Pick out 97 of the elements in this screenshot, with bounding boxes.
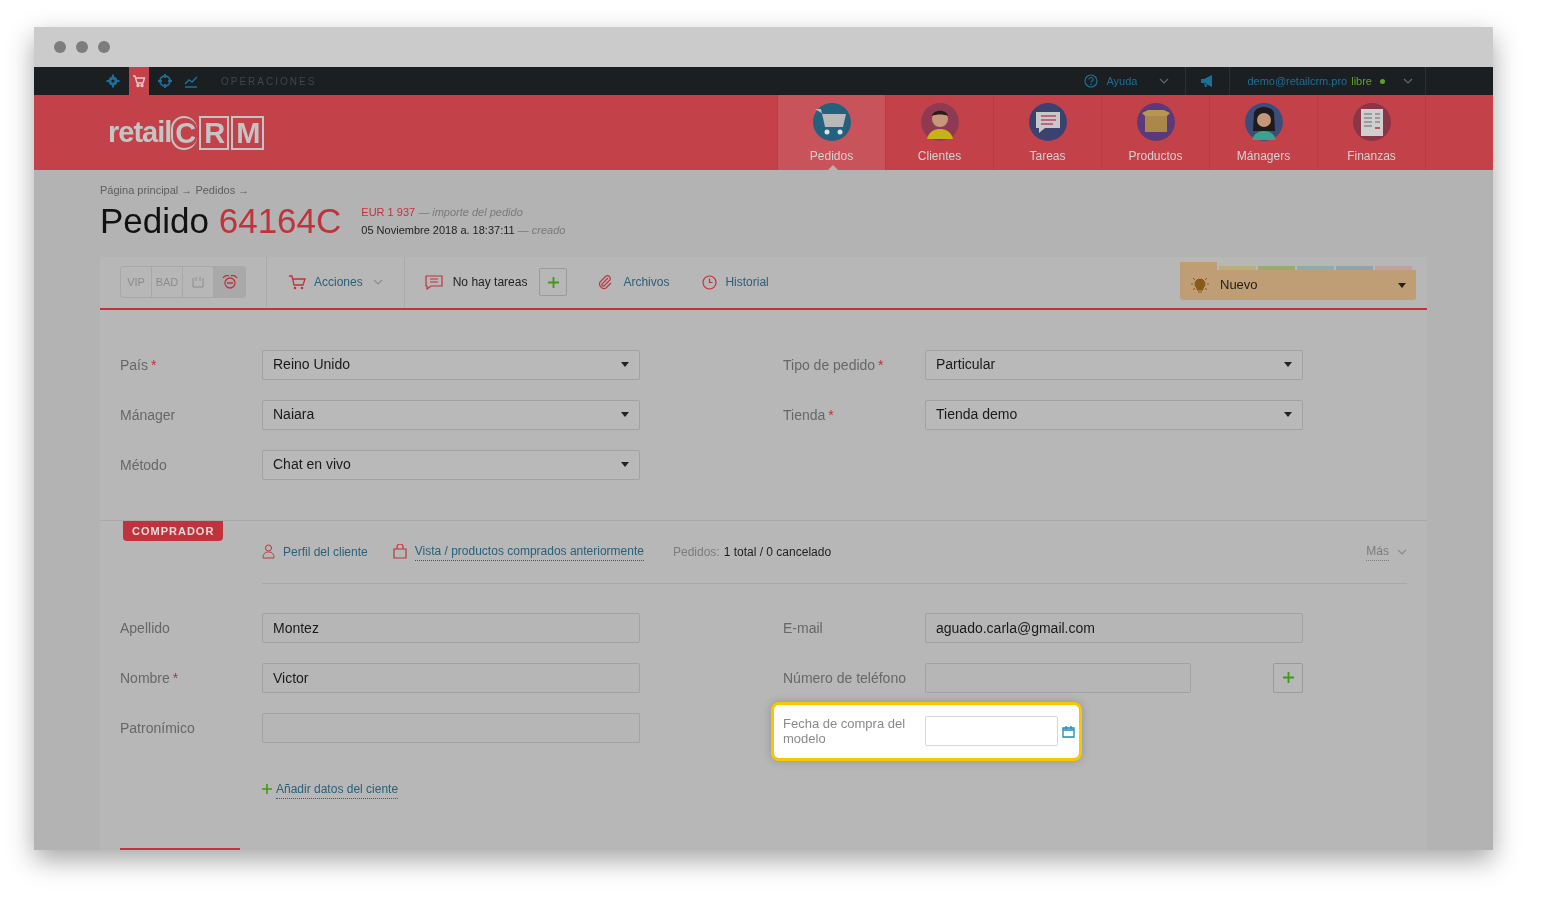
- alarm-icon: [221, 275, 238, 289]
- orders-label: Pedidos:: [672, 543, 720, 561]
- purchase-history-link[interactable]: Vista / productos comprados anteriormente: [392, 542, 644, 561]
- plus-icon: [1282, 672, 1294, 683]
- cart-icon: [288, 274, 306, 290]
- order-date: 05 Noviembre 2018 a. 18:37:11: [361, 223, 515, 236]
- section-badge: COMPRADOR: [123, 520, 224, 541]
- cart-icon: [132, 74, 146, 88]
- caret-icon: [621, 412, 629, 417]
- field-label: País: [120, 355, 148, 375]
- select-field[interactable]: Reino Unido: [262, 349, 640, 380]
- status-group-tab[interactable]: [1219, 266, 1256, 270]
- field-label: Tipo de pedido: [783, 355, 876, 375]
- orders-summary: 1 total / 0 cancelado: [723, 543, 832, 561]
- nav-tab[interactable]: Productos: [1102, 95, 1210, 170]
- caret-icon: [621, 462, 629, 467]
- chat-icon: [424, 274, 443, 290]
- field-label: Mánager: [120, 405, 176, 425]
- logo: retailC R M: [108, 110, 265, 155]
- gear-icon: [106, 74, 120, 88]
- module-button[interactable]: [129, 67, 149, 95]
- order-number: 64164C: [218, 200, 342, 240]
- field-label: Apellido: [120, 618, 170, 638]
- chevron-icon: [1159, 78, 1170, 84]
- select-field[interactable]: Particular: [925, 349, 1303, 380]
- order-amount: EUR 1 937: [361, 205, 416, 218]
- add-task-button[interactable]: [539, 268, 568, 296]
- caret-icon: [621, 362, 629, 367]
- chevron-icon: [1397, 548, 1407, 555]
- nav-tab[interactable]: Pedidos: [778, 95, 886, 170]
- breadcrumb[interactable]: Página principal → Pedidos →: [100, 182, 1427, 199]
- select-field[interactable]: Chat en vivo: [262, 449, 640, 480]
- status-group-tab[interactable]: [1258, 266, 1295, 270]
- date-note: — creado: [517, 223, 566, 236]
- field-label: Patronímico: [120, 718, 195, 738]
- status-group-tab[interactable]: [1297, 266, 1334, 270]
- person-icon: [1242, 100, 1285, 143]
- text-field[interactable]: Montez: [262, 612, 640, 643]
- text-field[interactable]: Victor: [262, 662, 640, 693]
- nav-tab[interactable]: Finanzas: [1318, 95, 1426, 170]
- page-title: Pedido: [100, 200, 209, 240]
- date-field[interactable]: [925, 716, 1058, 746]
- select-field[interactable]: Naiara: [262, 399, 640, 430]
- person-icon: [918, 100, 961, 143]
- plus-icon: [547, 276, 559, 288]
- required-mark: *: [172, 668, 179, 688]
- text-field[interactable]: aguado.carla@gmail.com: [925, 612, 1303, 643]
- calendar-icon[interactable]: [1062, 724, 1075, 738]
- required-mark: *: [828, 405, 834, 425]
- crosshair-icon: [158, 74, 172, 88]
- actions-menu[interactable]: Acciones: [267, 273, 404, 291]
- chart-icon: [184, 74, 198, 88]
- help-icon: [1084, 74, 1099, 88]
- client-profile-link[interactable]: Perfil del cliente: [262, 542, 368, 561]
- chevron-icon: [372, 279, 383, 285]
- field-label: Nombre: [120, 668, 170, 688]
- flag-icon: [192, 276, 204, 288]
- status-group-tab[interactable]: [1336, 266, 1373, 270]
- caret-icon: [1284, 412, 1292, 417]
- field-label: Método: [120, 455, 167, 475]
- required-mark: *: [151, 355, 157, 375]
- status-group-tab[interactable]: [1375, 266, 1412, 270]
- files-link[interactable]: Archivos: [597, 273, 670, 291]
- person-icon: [262, 544, 275, 559]
- add-client-data-link[interactable]: Añadir datos del ciente: [262, 779, 399, 799]
- document-icon: [1350, 100, 1393, 143]
- caret-icon: [1284, 362, 1292, 367]
- field-label: E-mail: [783, 619, 823, 636]
- status-select[interactable]: Nuevo: [1180, 270, 1416, 300]
- required-mark: *: [878, 355, 884, 375]
- paperclip-icon: [597, 274, 614, 290]
- status-group-tab[interactable]: [1180, 262, 1217, 270]
- field-label: Número de teléfono: [783, 669, 906, 686]
- chat-icon: [1026, 100, 1069, 143]
- bag-icon: [392, 544, 407, 559]
- plus-icon: [262, 784, 272, 794]
- nav-tab[interactable]: Clientes: [886, 95, 994, 170]
- field-label: Fecha de compra del modelo: [783, 716, 907, 746]
- more-button[interactable]: Más: [1366, 542, 1407, 561]
- cart-icon: [810, 100, 853, 143]
- nav-tab[interactable]: Mánagers: [1210, 95, 1318, 170]
- nav-tab[interactable]: Tareas: [994, 95, 1102, 170]
- help-button[interactable]: Ayuda: [1084, 72, 1186, 90]
- lightbulb-icon: [1190, 276, 1210, 294]
- chevron-icon: [1403, 78, 1413, 84]
- caret-icon: [1398, 282, 1406, 288]
- clock-icon: [702, 274, 718, 290]
- box-icon: [1134, 100, 1177, 143]
- amount-note: — importe del pedido: [418, 205, 523, 218]
- active-pointer: [828, 165, 838, 170]
- tasks-status: No hay tareas: [452, 274, 528, 291]
- field-label: Tienda: [783, 405, 826, 425]
- add-phone-button[interactable]: [1273, 662, 1303, 693]
- history-link[interactable]: Historial: [702, 273, 769, 291]
- select-field[interactable]: Tienda demo: [925, 399, 1303, 430]
- flag-toggle[interactable]: [214, 267, 245, 297]
- user-menu[interactable]: demo@retailcrm.pro libre: [1230, 72, 1425, 90]
